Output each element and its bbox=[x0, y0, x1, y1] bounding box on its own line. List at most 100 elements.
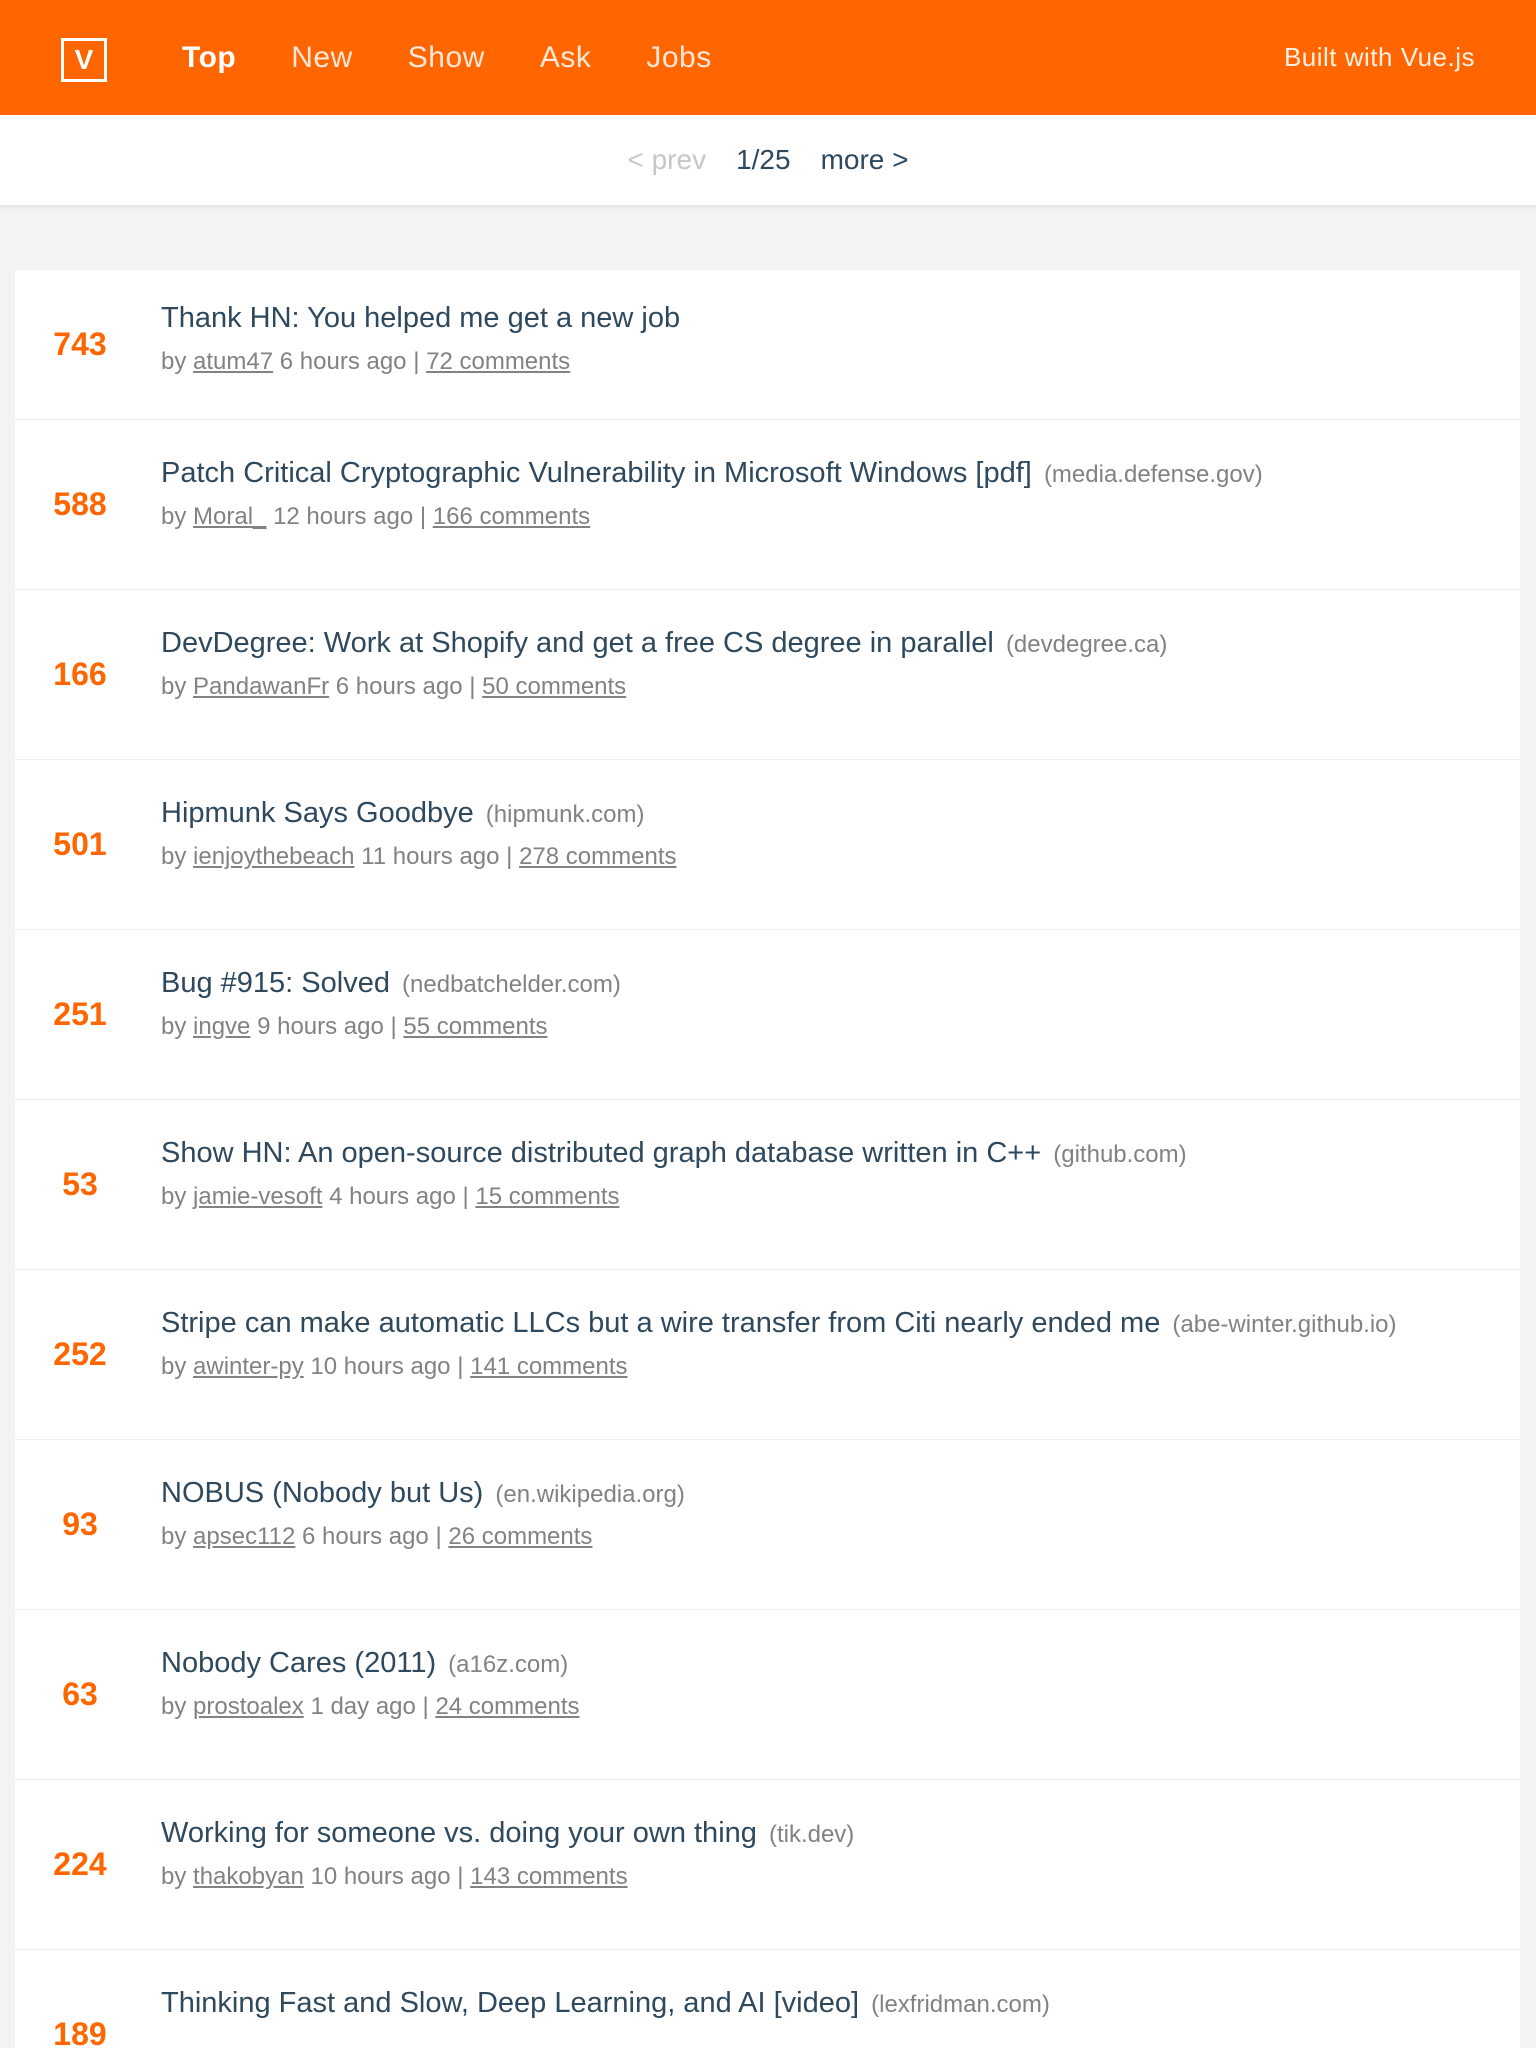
story-content: Working for someone vs. doing your own t… bbox=[161, 1815, 1500, 1893]
story-user-link[interactable]: ingve bbox=[193, 1013, 250, 1040]
story-score: 166 bbox=[53, 656, 107, 692]
story-list: 743 Thank HN: You helped me get a new jo… bbox=[15, 270, 1520, 2048]
story-title-link[interactable]: Show HN: An open-source distributed grap… bbox=[161, 1137, 1041, 1169]
prev-page-link: < prev bbox=[627, 144, 707, 175]
story-score: 251 bbox=[53, 996, 107, 1032]
story-score: 501 bbox=[53, 826, 107, 862]
story-title-link[interactable]: Hipmunk Says Goodbye bbox=[161, 797, 474, 829]
story-title-link[interactable]: Nobody Cares (2011) bbox=[161, 1647, 436, 1679]
story-user-link[interactable]: PandawanFr bbox=[193, 673, 329, 700]
story-comments-link[interactable]: 50 comments bbox=[482, 673, 626, 700]
story-meta: by ienjoythebeach 11 hours ago | 278 com… bbox=[161, 841, 1500, 873]
story-score: 743 bbox=[53, 326, 107, 362]
story-host: (media.defense.gov) bbox=[1043, 461, 1263, 488]
story-time: 10 hours ago | bbox=[310, 1353, 464, 1380]
story-time: 9 hours ago | bbox=[257, 1013, 397, 1040]
story-title-line: Show HN: An open-source distributed grap… bbox=[161, 1135, 1500, 1173]
story-title-line: Bug #915: Solved (nedbatchelder.com) bbox=[161, 965, 1500, 1003]
story-user-link[interactable]: prostoalex bbox=[193, 1693, 304, 1720]
story-title-line: Stripe can make automatic LLCs but a wir… bbox=[161, 1305, 1500, 1343]
vue-logo-icon[interactable]: V bbox=[61, 38, 107, 82]
story-time: 10 hours ago | bbox=[310, 1863, 464, 1890]
story-user-link[interactable]: awinter-py bbox=[193, 1353, 304, 1380]
built-with-link[interactable]: Built with Vue.js bbox=[1284, 0, 1475, 115]
story-comments-link[interactable]: 278 comments bbox=[519, 843, 676, 870]
story-title-link[interactable]: NOBUS (Nobody but Us) bbox=[161, 1477, 483, 1509]
story-score: 53 bbox=[62, 1166, 98, 1202]
story-title-link[interactable]: Stripe can make automatic LLCs but a wir… bbox=[161, 1307, 1160, 1339]
story-meta: by atum47 6 hours ago | 72 comments bbox=[161, 346, 1500, 378]
story-content: DevDegree: Work at Shopify and get a fre… bbox=[161, 625, 1500, 703]
story-title-link[interactable]: Patch Critical Cryptographic Vulnerabili… bbox=[161, 457, 1032, 489]
nav-new[interactable]: New bbox=[291, 41, 353, 75]
story-content: Stripe can make automatic LLCs but a wir… bbox=[161, 1305, 1500, 1383]
nav-ask[interactable]: Ask bbox=[540, 41, 592, 75]
story-item: 224 Working for someone vs. doing your o… bbox=[15, 1780, 1520, 1950]
story-comments-link[interactable]: 141 comments bbox=[470, 1353, 627, 1380]
story-meta: by PandawanFr 6 hours ago | 50 comments bbox=[161, 671, 1500, 703]
story-time: 6 hours ago | bbox=[302, 1523, 442, 1550]
story-meta: by apsec112 6 hours ago | 26 comments bbox=[161, 1521, 1500, 1553]
story-comments-link[interactable]: 143 comments bbox=[470, 1863, 627, 1890]
story-item: 166 DevDegree: Work at Shopify and get a… bbox=[15, 590, 1520, 760]
story-item: 588 Patch Critical Cryptographic Vulnera… bbox=[15, 420, 1520, 590]
story-comments-link[interactable]: 15 comments bbox=[475, 1183, 619, 1210]
story-host: (devdegree.ca) bbox=[1005, 631, 1168, 658]
story-time: 4 hours ago | bbox=[329, 1183, 469, 1210]
story-item: 63 Nobody Cares (2011) (a16z.com) by pro… bbox=[15, 1610, 1520, 1780]
story-item: 53 Show HN: An open-source distributed g… bbox=[15, 1100, 1520, 1270]
story-score: 588 bbox=[53, 486, 107, 522]
nav-jobs[interactable]: Jobs bbox=[646, 41, 711, 75]
story-title-link[interactable]: Bug #915: Solved bbox=[161, 967, 390, 999]
story-host: (tik.dev) bbox=[768, 1821, 855, 1848]
story-meta: by ingve 9 hours ago | 55 comments bbox=[161, 1011, 1500, 1043]
story-content: Show HN: An open-source distributed grap… bbox=[161, 1135, 1500, 1213]
story-user-link[interactable]: atum47 bbox=[193, 348, 273, 375]
story-title-line: Patch Critical Cryptographic Vulnerabili… bbox=[161, 455, 1500, 493]
story-user-link[interactable]: apsec112 bbox=[193, 1523, 295, 1550]
story-user-link[interactable]: Moral_ bbox=[193, 503, 266, 530]
story-by-label: by bbox=[161, 348, 187, 375]
story-item: 93 NOBUS (Nobody but Us) (en.wikipedia.o… bbox=[15, 1440, 1520, 1610]
story-comments-link[interactable]: 24 comments bbox=[435, 1693, 579, 1720]
pagination-bar: < prev 1/25 more > bbox=[0, 115, 1536, 205]
story-title-link[interactable]: Thinking Fast and Slow, Deep Learning, a… bbox=[161, 1987, 859, 2019]
main-nav: Top New Show Ask Jobs bbox=[182, 0, 767, 115]
story-comments-link[interactable]: 55 comments bbox=[403, 1013, 547, 1040]
story-item: 252 Stripe can make automatic LLCs but a… bbox=[15, 1270, 1520, 1440]
story-title-line: Thinking Fast and Slow, Deep Learning, a… bbox=[161, 1985, 1500, 2023]
story-title-line: Working for someone vs. doing your own t… bbox=[161, 1815, 1500, 1853]
story-meta: by awinter-py 10 hours ago | 141 comment… bbox=[161, 1351, 1500, 1383]
story-score: 93 bbox=[62, 1506, 98, 1542]
story-time: 6 hours ago | bbox=[335, 673, 476, 700]
story-comments-link[interactable]: 26 comments bbox=[448, 1523, 592, 1550]
story-comments-link[interactable]: 166 comments bbox=[433, 503, 590, 530]
story-user-link[interactable]: jamie-vesoft bbox=[193, 1183, 322, 1210]
story-title-line: NOBUS (Nobody but Us) (en.wikipedia.org) bbox=[161, 1475, 1500, 1513]
story-score: 63 bbox=[62, 1676, 98, 1712]
story-item: 251 Bug #915: Solved (nedbatchelder.com)… bbox=[15, 930, 1520, 1100]
story-content: Bug #915: Solved (nedbatchelder.com) by … bbox=[161, 965, 1500, 1043]
story-content: Patch Critical Cryptographic Vulnerabili… bbox=[161, 455, 1500, 533]
next-page-link[interactable]: more > bbox=[821, 144, 909, 176]
story-title-link[interactable]: Working for someone vs. doing your own t… bbox=[161, 1817, 757, 1849]
story-title-link[interactable]: Thank HN: You helped me get a new job bbox=[161, 302, 680, 334]
story-content: Nobody Cares (2011) (a16z.com) by prosto… bbox=[161, 1645, 1500, 1723]
story-host: (lexfridman.com) bbox=[871, 1991, 1050, 2018]
story-title-line: Nobody Cares (2011) (a16z.com) bbox=[161, 1645, 1500, 1683]
nav-top[interactable]: Top bbox=[182, 41, 236, 75]
story-title-line: Thank HN: You helped me get a new job bbox=[161, 300, 1500, 338]
story-host: (hipmunk.com) bbox=[485, 801, 645, 828]
story-title-link[interactable]: DevDegree: Work at Shopify and get a fre… bbox=[161, 627, 994, 659]
story-by-label: by bbox=[161, 1863, 187, 1890]
story-user-link[interactable]: thakobyan bbox=[193, 1863, 304, 1890]
story-by-label: by bbox=[161, 843, 187, 870]
story-by-label: by bbox=[161, 1353, 187, 1380]
story-meta: by prostoalex 1 day ago | 24 comments bbox=[161, 1691, 1500, 1723]
story-meta: by jamie-vesoft 4 hours ago | 15 comment… bbox=[161, 1181, 1500, 1213]
story-score: 189 bbox=[53, 2016, 107, 2048]
story-user-link[interactable]: ienjoythebeach bbox=[193, 843, 354, 870]
nav-show[interactable]: Show bbox=[408, 41, 485, 75]
story-comments-link[interactable]: 72 comments bbox=[426, 348, 570, 375]
story-content: Thinking Fast and Slow, Deep Learning, a… bbox=[161, 1985, 1500, 2023]
